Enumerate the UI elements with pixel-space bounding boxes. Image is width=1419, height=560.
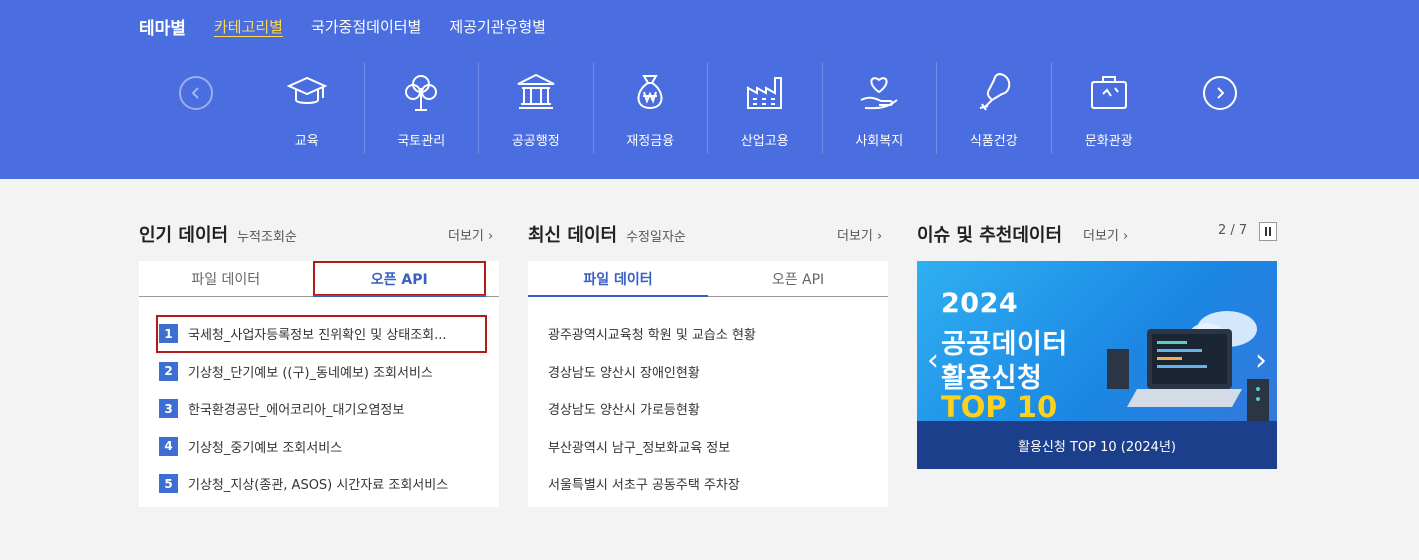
rank-badge: 1 xyxy=(159,324,178,344)
list-item-label: 기상청_중기예보 조회서비스 xyxy=(188,440,343,456)
category-public-admin[interactable]: 공공행정 xyxy=(479,62,594,154)
tab-open-api[interactable]: 오픈 API xyxy=(312,261,486,297)
rank-badge: 5 xyxy=(159,474,178,494)
rank-badge: 3 xyxy=(159,399,178,419)
category-label: 사회복지 xyxy=(855,134,904,149)
tab-file-data[interactable]: 파일 데이터 xyxy=(139,261,313,296)
issue-banner[interactable]: 2024 공공데이터 활용신청 TOP 10 ‹ › 활용신청 TOP 10 (… xyxy=(917,261,1277,469)
list-item[interactable]: 4 기상청_중기예보 조회서비스 xyxy=(139,428,499,466)
category-land-management[interactable]: 국토관리 xyxy=(365,62,479,154)
chevron-right-icon: › xyxy=(488,229,494,244)
popular-more-link[interactable]: 더보기 › xyxy=(448,225,493,244)
banner-caption: 활용신청 TOP 10 (2024년) xyxy=(917,421,1277,469)
list-item[interactable]: 1 국세청_사업자등록정보 진위확인 및 상태조회... xyxy=(156,315,487,353)
popular-data-sort: 누적조회순 xyxy=(237,230,297,245)
heart-hand-icon xyxy=(860,77,898,110)
graduation-cap-icon xyxy=(286,76,328,104)
tab-provider-type[interactable]: 제공기관유형별 xyxy=(449,16,546,37)
category-next-button[interactable] xyxy=(1203,76,1237,110)
issue-data-heading: 이슈 및 추천데이터 xyxy=(917,221,1062,247)
latest-data-heading: 최신 데이터 수정일자순 xyxy=(528,221,686,247)
laptop-cloud-illustration xyxy=(1107,311,1269,427)
factory-icon xyxy=(746,77,782,109)
list-item[interactable]: 서울특별시 서초구 공동주택 주차장 xyxy=(528,465,888,503)
list-item-label: 기상청_단기예보 ((구)_동네예보) 조회서비스 xyxy=(188,365,433,381)
list-item[interactable]: 부산광역시 남구_정보화교육 정보 xyxy=(528,428,888,466)
latest-data-title: 최신 데이터 xyxy=(528,225,618,246)
list-item-label: 기상청_지상(종관, ASOS) 시간자료 조회서비스 xyxy=(188,478,449,494)
latest-data-sort: 수정일자순 xyxy=(626,230,686,245)
list-item-label: 국세청_사업자등록정보 진위확인 및 상태조회... xyxy=(188,328,447,344)
banner-highlight: TOP 10 xyxy=(941,390,1058,424)
banner-pager: 2 / 7 xyxy=(1218,223,1248,238)
list-item[interactable]: 2 기상청_단기예보 ((구)_동네예보) 조회서비스 xyxy=(139,353,499,391)
list-item-label: 한국환경공단_에어코리아_대기오염정보 xyxy=(188,403,405,419)
category-culture-tourism[interactable]: 문화관광 xyxy=(1052,62,1167,154)
category-label: 산업고용 xyxy=(740,134,789,149)
more-label: 더보기 xyxy=(837,229,873,244)
latest-tabs: 파일 데이터 오픈 API xyxy=(528,261,888,297)
pause-button[interactable] xyxy=(1259,222,1277,241)
popular-tabs: 파일 데이터 오픈 API xyxy=(139,261,499,297)
tab-category[interactable]: 카테고리별 xyxy=(214,16,283,37)
popular-data-panel: 파일 데이터 오픈 API 1 국세청_사업자등록정보 진위확인 및 상태조회.… xyxy=(139,261,499,507)
category-industry[interactable]: 산업고용 xyxy=(708,62,823,154)
category-label: 교육 xyxy=(294,134,319,149)
category-label: 식품건강 xyxy=(969,134,1018,149)
category-education[interactable]: 교육 xyxy=(250,62,365,154)
category-finance[interactable]: 재정금융 xyxy=(594,62,708,154)
banner-year: 2024 xyxy=(941,288,1019,319)
tree-icon xyxy=(405,75,438,111)
pause-icon xyxy=(1265,227,1267,236)
banner-prev-icon[interactable]: ‹ xyxy=(927,343,939,378)
popular-data-heading: 인기 데이터 누적조회순 xyxy=(139,221,297,247)
chevron-right-icon: › xyxy=(877,229,883,244)
theme-header: 테마별 카테고리별 국가중점데이터별 제공기관유형별 교육 국토관리 공공행정 … xyxy=(0,0,1419,179)
suitcase-icon xyxy=(1090,76,1127,109)
rank-badge: 2 xyxy=(159,361,178,381)
latest-list: 광주광역시교육청 학원 및 교습소 현황 경상남도 양산시 장애인현황 경상남도… xyxy=(528,297,888,503)
tab-national-key-data[interactable]: 국가중점데이터별 xyxy=(311,16,421,37)
chevron-right-icon: › xyxy=(1123,229,1129,244)
category-label: 국토관리 xyxy=(397,134,446,149)
issue-data-title: 이슈 및 추천데이터 xyxy=(917,225,1063,246)
category-welfare[interactable]: 사회복지 xyxy=(823,62,937,154)
latest-data-panel: 파일 데이터 오픈 API 광주광역시교육청 학원 및 교습소 현황 경상남도 … xyxy=(528,261,888,507)
money-bag-icon xyxy=(637,75,663,110)
chevron-right-icon xyxy=(1217,87,1225,99)
popular-data-title: 인기 데이터 xyxy=(139,225,229,246)
theme-tabs: 테마별 카테고리별 국가중점데이터별 제공기관유형별 xyxy=(139,14,546,39)
category-label: 재정금융 xyxy=(626,134,675,149)
tab-open-api[interactable]: 오픈 API xyxy=(708,261,888,296)
category-list: 교육 국토관리 공공행정 재정금융 산업고용 사회복지 식품건강 문화관광 xyxy=(250,62,1166,154)
category-food-health[interactable]: 식품건강 xyxy=(937,62,1052,154)
list-item[interactable]: 광주광역시교육청 학원 및 교습소 현황 xyxy=(528,315,888,353)
popular-list: 1 국세청_사업자등록정보 진위확인 및 상태조회... 2 기상청_단기예보 … xyxy=(139,297,499,503)
theme-title: 테마별 xyxy=(139,19,186,39)
list-item[interactable]: 3 한국환경공단_에어코리아_대기오염정보 xyxy=(139,390,499,428)
latest-more-link[interactable]: 더보기 › xyxy=(837,225,882,244)
issue-more-link[interactable]: 더보기 › xyxy=(1083,225,1128,244)
category-label: 공공행정 xyxy=(511,134,560,149)
more-label: 더보기 xyxy=(448,229,484,244)
list-item[interactable]: 경상남도 양산시 장애인현황 xyxy=(528,353,888,391)
tab-file-data[interactable]: 파일 데이터 xyxy=(528,261,708,297)
list-item[interactable]: 경상남도 양산시 가로등현황 xyxy=(528,390,888,428)
more-label: 더보기 xyxy=(1083,229,1119,244)
list-item[interactable]: 5 기상청_지상(종관, ASOS) 시간자료 조회서비스 xyxy=(139,465,499,503)
chicken-leg-icon xyxy=(979,72,1010,111)
government-building-icon xyxy=(517,73,555,109)
category-prev-button[interactable] xyxy=(179,76,213,110)
category-label: 문화관광 xyxy=(1084,134,1133,149)
rank-badge: 4 xyxy=(159,436,178,456)
chevron-left-icon xyxy=(191,87,199,99)
banner-next-icon[interactable]: › xyxy=(1255,343,1267,378)
